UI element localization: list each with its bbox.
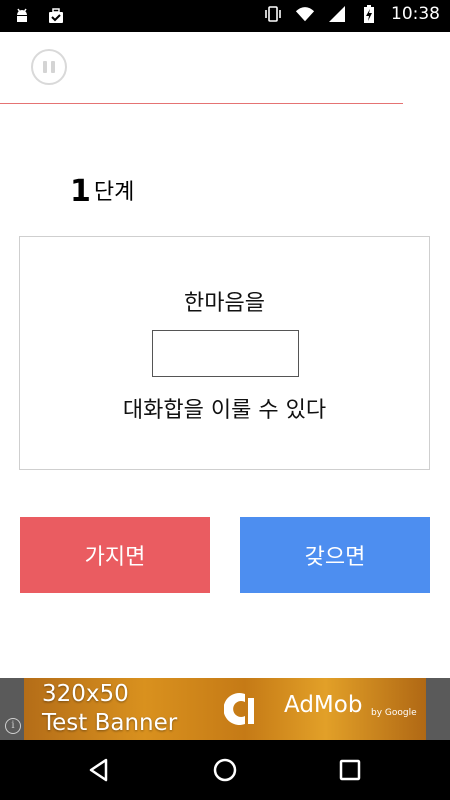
recents-icon[interactable] <box>335 755 365 785</box>
question-line-1: 한마음을 <box>184 291 265 316</box>
vibrate-icon <box>263 4 283 24</box>
pause-icon <box>41 61 57 73</box>
ad-creative[interactable]: 320x50 Test Banner AdMob by Google <box>24 678 426 740</box>
pause-button[interactable] <box>31 49 67 85</box>
step-indicator: 1 단계 <box>70 176 134 208</box>
status-bar: 10:38 <box>0 0 450 32</box>
android-icon <box>12 6 32 26</box>
back-icon[interactable] <box>84 755 114 785</box>
status-time: 10:38 <box>391 4 440 24</box>
ad-line-2: Test Banner <box>42 710 178 736</box>
step-label: 단계 <box>93 180 135 205</box>
ad-banner[interactable]: i 320x50 Test Banner AdMob by Google <box>0 678 450 740</box>
step-number: 1 <box>70 174 91 209</box>
progress-line <box>0 103 403 104</box>
question-card: 한마음을 대화합을 이룰 수 있다 <box>19 236 430 470</box>
wifi-icon <box>295 4 315 24</box>
answer-blank <box>152 330 299 377</box>
ad-brand: AdMob <box>284 692 363 718</box>
home-icon[interactable] <box>210 755 240 785</box>
admob-logo-icon <box>223 692 266 726</box>
navigation-bar <box>0 740 450 800</box>
ad-info-icon[interactable]: i <box>5 718 21 734</box>
answer-button-left[interactable]: 가지면 <box>20 517 210 593</box>
ad-line-1: 320x50 <box>42 681 129 707</box>
battery-charging-icon <box>359 4 379 24</box>
answer-button-right[interactable]: 갖으면 <box>240 517 430 593</box>
ad-by-google: by Google <box>371 708 417 718</box>
question-line-2: 대화합을 이룰 수 있다 <box>122 398 327 423</box>
signal-icon <box>327 4 347 24</box>
briefcase-check-icon <box>46 6 66 26</box>
